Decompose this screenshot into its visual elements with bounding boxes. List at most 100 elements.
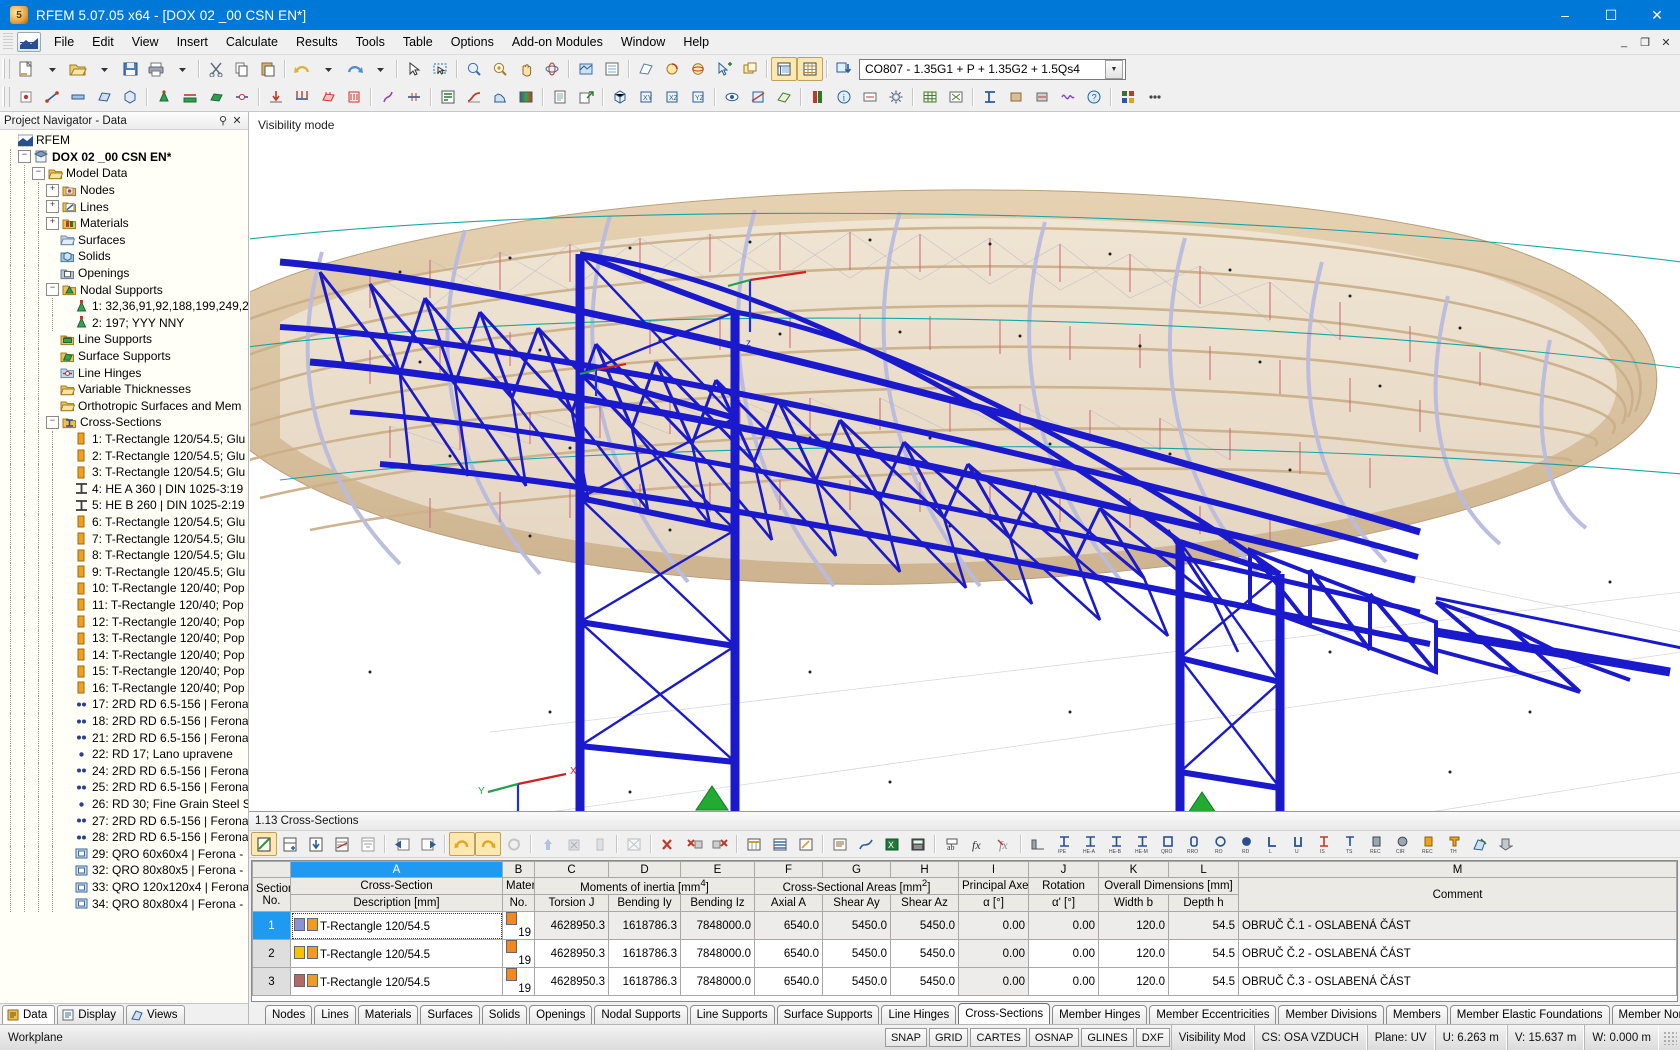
colid-a[interactable]: A — [289, 861, 504, 878]
cell-section-no[interactable]: 1 — [252, 911, 291, 940]
cell-bending-iz[interactable]: 7848000.0 — [680, 967, 756, 996]
tree-item[interactable]: 21: 2RD RD 6.5-156 | Ferona — [0, 729, 248, 746]
tree-item[interactable]: Line Hinges — [0, 364, 248, 381]
tree-item[interactable]: − Model Data — [0, 165, 248, 182]
cell-shear-az[interactable]: 5450.0 — [890, 911, 960, 940]
menu-view[interactable]: View — [123, 32, 168, 52]
section-rec-icon[interactable]: REC — [1363, 832, 1389, 856]
colid-h[interactable]: H — [890, 861, 960, 878]
display-properties-icon[interactable] — [599, 57, 625, 81]
select-window-icon[interactable] — [427, 57, 453, 81]
undo-dropdown-icon[interactable] — [315, 57, 341, 81]
nav-tab-display[interactable]: Display — [57, 1005, 125, 1024]
tree-item[interactable]: 34: QRO 80x80x4 | Ferona - — [0, 895, 248, 912]
table-columns-icon[interactable] — [741, 832, 767, 856]
export-icon[interactable] — [573, 85, 599, 109]
cell-shear-az[interactable]: 5450.0 — [890, 967, 960, 996]
section-th-icon[interactable]: TH — [1441, 832, 1467, 856]
colid-l[interactable]: L — [1168, 861, 1240, 878]
table-tab-member-nonlinearities[interactable]: Member Nonlinearities — [1611, 1005, 1680, 1024]
mdi-close-button[interactable]: ✕ — [1656, 33, 1676, 51]
navigator-close-icon[interactable]: ✕ — [230, 114, 244, 127]
menu-help[interactable]: Help — [674, 32, 718, 52]
copy-icon[interactable] — [229, 57, 255, 81]
table-row[interactable]: 2 T-Rectangle 120/54.5 19 4628950.3 1618786.… — [252, 939, 1677, 968]
tree-item[interactable]: RFEM — [0, 132, 248, 149]
tree-item[interactable]: 27: 2RD RD 6.5-156 | Ferona — [0, 812, 248, 829]
tree-item[interactable]: 12: T-Rectangle 120/40; Pop — [0, 613, 248, 630]
concrete-design-icon[interactable] — [1029, 85, 1055, 109]
steel-design-icon[interactable] — [977, 85, 1003, 109]
line-insert-icon[interactable] — [39, 85, 65, 109]
tree-expand-icon[interactable]: + — [46, 216, 59, 230]
cell-comment[interactable]: OBRUČ Č.3 - OSLABENÁ ČÁST — [1238, 967, 1677, 996]
dynamic-analysis-icon[interactable] — [1055, 85, 1081, 109]
view-rotate-3d-icon[interactable] — [685, 57, 711, 81]
chevron-down-icon[interactable]: ▼ — [1105, 59, 1123, 79]
table-undo-icon[interactable] — [449, 832, 475, 856]
cell-width-b[interactable]: 120.0 — [1098, 911, 1170, 940]
colid-b[interactable]: B — [502, 861, 536, 878]
calculate-icon[interactable] — [435, 85, 461, 109]
section-cir-icon[interactable]: CIR — [1389, 832, 1415, 856]
tree-item[interactable]: 7: T-Rectangle 120/54.5; Glu — [0, 530, 248, 547]
print-icon[interactable] — [143, 57, 169, 81]
table-printout-icon[interactable] — [853, 832, 879, 856]
status-toggle-dxf[interactable]: DXF — [1135, 1028, 1170, 1047]
pin-icon[interactable]: ⚲ — [216, 114, 230, 127]
view-rotate-icon[interactable] — [659, 57, 685, 81]
section-heb-icon[interactable]: HE-B — [1103, 832, 1129, 856]
table-edit-icon[interactable] — [251, 832, 277, 856]
colors-legend-icon[interactable] — [805, 85, 831, 109]
table-sort-icon[interactable] — [329, 832, 355, 856]
status-toggle-grid[interactable]: GRID — [928, 1028, 969, 1047]
colid-k[interactable]: K — [1098, 861, 1170, 878]
section-ipe-icon[interactable]: IPE — [1051, 832, 1077, 856]
tree-item[interactable]: Orthotropic Surfaces and Mem — [0, 397, 248, 415]
tree-item[interactable]: 2: T-Rectangle 120/54.5; Glu — [0, 447, 248, 464]
section-u-icon[interactable]: U — [1285, 832, 1311, 856]
free-load-icon[interactable] — [341, 85, 367, 109]
cell-torsion-j[interactable]: 4628950.3 — [534, 939, 610, 968]
menu-table[interactable]: Table — [394, 32, 442, 52]
minimize-button[interactable]: – — [1542, 0, 1588, 30]
table-prev-icon[interactable] — [389, 832, 415, 856]
cut-icon[interactable] — [203, 57, 229, 81]
section-qro-icon[interactable]: QRO — [1155, 832, 1181, 856]
imperfection-icon[interactable] — [375, 85, 401, 109]
section-hem-icon[interactable]: HE-M — [1129, 832, 1155, 856]
zoom-window-icon[interactable] — [461, 57, 487, 81]
menu-insert[interactable]: Insert — [168, 32, 217, 52]
show-tables-icon[interactable] — [771, 57, 797, 81]
close-button[interactable]: ✕ — [1634, 0, 1680, 30]
model-info-icon[interactable]: i — [831, 85, 857, 109]
cell-shear-ay[interactable]: 5450.0 — [822, 967, 892, 996]
tree-item[interactable]: 8: T-Rectangle 120/54.5; Glu — [0, 546, 248, 564]
render-model-icon[interactable] — [573, 57, 599, 81]
maximize-button[interactable]: ☐ — [1588, 0, 1634, 30]
section-l-icon[interactable]: L — [1259, 832, 1285, 856]
new-file-icon[interactable] — [13, 57, 39, 81]
colid-e[interactable]: E — [680, 861, 756, 878]
tree-collapse-icon[interactable]: − — [18, 150, 31, 164]
table-tab-members[interactable]: Members — [1385, 1005, 1448, 1024]
table-format-icon[interactable] — [793, 832, 819, 856]
table-tab-member-hinges[interactable]: Member Hinges — [1052, 1005, 1148, 1024]
cell-section-no[interactable]: 2 — [252, 939, 291, 968]
open-file-icon[interactable] — [65, 57, 91, 81]
paste-icon[interactable] — [255, 57, 281, 81]
tree-item[interactable]: 2: 197; YYY NNY — [0, 314, 248, 332]
tree-item[interactable]: 22: RD 17; Lano upravene — [0, 745, 248, 763]
cross-sections-grid[interactable]: A B C D E F G H I J K L M Sectio No. Cro… — [251, 860, 1678, 1002]
load-case-combo[interactable]: CO807 - 1.35G1 + P + 1.35G2 + 1.5Qs4 ▼ — [859, 58, 1126, 80]
menu-calculate[interactable]: Calculate — [217, 32, 287, 52]
tree-item[interactable]: − Nodal Supports — [0, 281, 248, 298]
table-tab-member-eccentricities[interactable]: Member Eccentricities — [1149, 1005, 1277, 1024]
print-dropdown-icon[interactable] — [169, 57, 195, 81]
table-row[interactable]: 3 T-Rectangle 120/54.5 19 4628950.3 1618786.… — [252, 967, 1677, 996]
new-file-dropdown-icon[interactable] — [39, 57, 65, 81]
table-calculator-icon[interactable] — [905, 832, 931, 856]
printout-report-icon[interactable] — [547, 85, 573, 109]
cell-alpha-rotation[interactable]: 0.00 — [1028, 911, 1100, 940]
table-refresh-icon[interactable] — [501, 832, 527, 856]
